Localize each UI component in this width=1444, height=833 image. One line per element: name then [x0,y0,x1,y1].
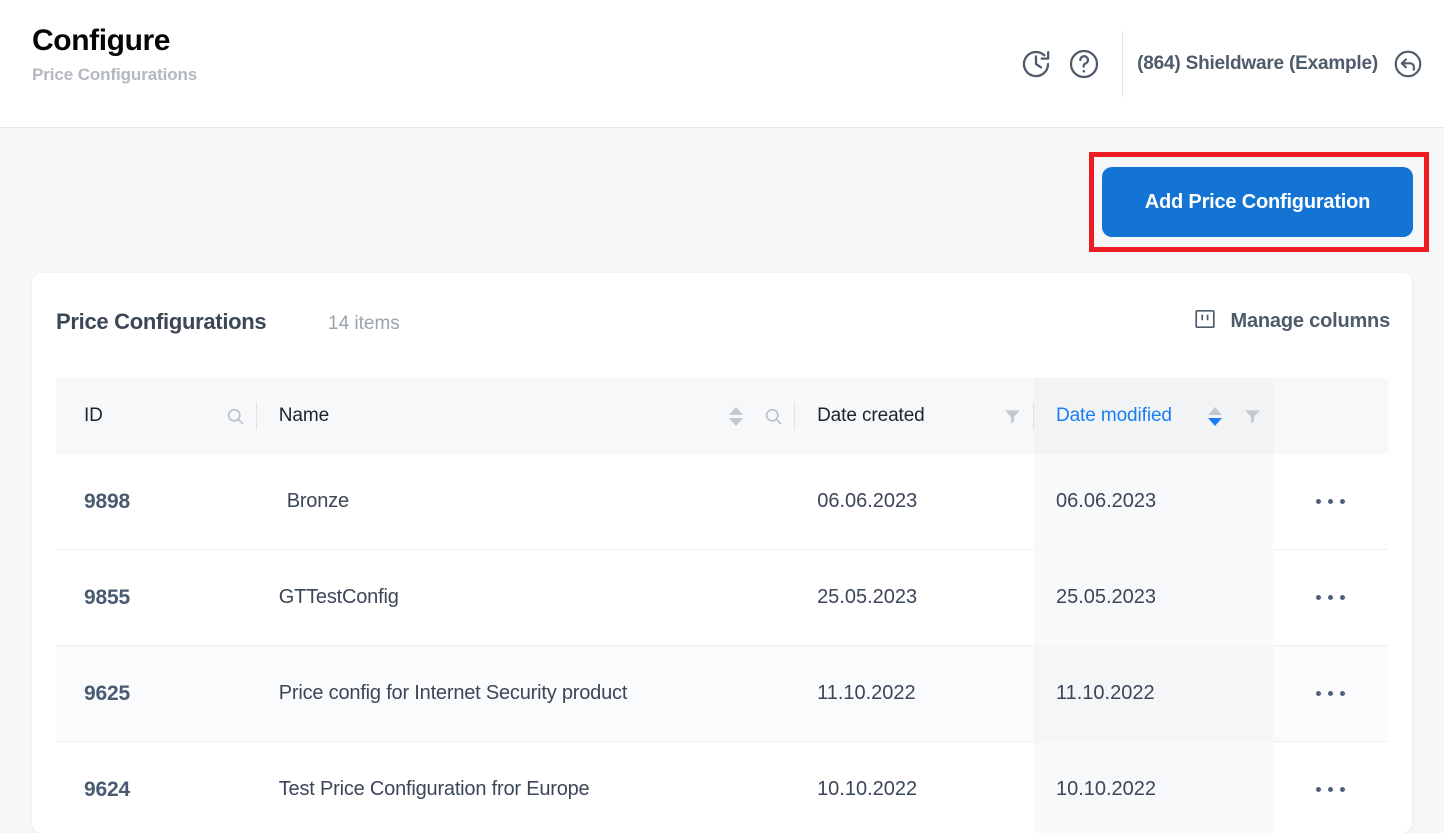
row-name: Bronze [257,454,796,550]
row-name: Price config for Internet Security produ… [257,646,795,742]
app-header: Configure Price Configurations (864) Shi… [0,0,1444,128]
column-header-id[interactable]: ID [56,378,257,454]
filter-funnel-icon[interactable] [992,406,1033,427]
manage-columns-label: Manage columns [1231,310,1390,333]
header-divider [1122,31,1123,97]
columns-icon [1193,307,1217,336]
company-name[interactable]: (864) Shieldware (Example) [1137,53,1378,75]
row-id-link[interactable]: 9898 [56,454,257,550]
row-name: GTTestConfig [257,550,795,646]
row-date-modified: 06.06.2023 [1034,454,1273,550]
ellipsis-menu-icon[interactable] [1273,454,1388,550]
row-date-created: 06.06.2023 [795,454,1034,550]
header-actions: (864) Shieldware (Example) [1012,0,1430,128]
column-header-actions [1273,378,1388,454]
help-question-icon[interactable] [1060,40,1108,88]
row-date-modified: 11.10.2022 [1034,646,1273,742]
ellipsis-menu-icon[interactable] [1273,742,1388,833]
ellipsis-menu-icon[interactable] [1273,646,1388,742]
add-price-configuration-button[interactable]: Add Price Configuration [1102,167,1413,237]
search-icon[interactable] [753,406,794,427]
row-date-modified: 25.05.2023 [1034,550,1273,646]
item-count: 14 items [328,313,400,335]
history-clock-icon[interactable] [1012,40,1060,88]
row-name: Test Price Configuration fror Europe [257,742,795,833]
table-row[interactable]: 9624 Test Price Configuration fror Europ… [56,742,1388,833]
search-icon[interactable] [215,406,256,427]
row-date-created: 11.10.2022 [795,646,1034,742]
sort-arrows-icon[interactable] [1198,407,1232,426]
column-label-date-created: Date created [817,405,925,427]
column-header-date-modified[interactable]: Date modified [1034,378,1273,454]
column-header-name[interactable]: Name [257,378,795,454]
row-date-created: 25.05.2023 [795,550,1034,646]
table-row[interactable]: 9898 Bronze 06.06.2023 06.06.2023 [56,454,1388,550]
table-row[interactable]: 9855 GTTestConfig 25.05.2023 25.05.2023 [56,550,1388,646]
page-title: Configure [32,22,197,60]
sort-arrows-icon[interactable] [719,407,753,426]
page-subtitle: Price Configurations [32,64,197,86]
back-arrow-icon[interactable] [1386,42,1430,86]
card-header: Price Configurations 14 items Manage col… [32,273,1412,378]
row-date-created: 10.10.2022 [795,742,1034,833]
column-label-date-modified: Date modified [1056,405,1172,427]
column-label-id: ID [84,405,103,427]
row-date-modified: 10.10.2022 [1034,742,1273,833]
price-configurations-table: ID Name [56,378,1388,833]
ellipsis-menu-icon[interactable] [1273,550,1388,646]
row-id-link[interactable]: 9624 [56,742,257,833]
table-header-row: ID Name [56,378,1388,454]
column-header-date-created[interactable]: Date created [795,378,1034,454]
price-configurations-card: Price Configurations 14 items Manage col… [32,273,1412,833]
manage-columns-button[interactable]: Manage columns [1193,307,1390,336]
table-body: 9898 Bronze 06.06.2023 06.06.2023 9855 G… [56,454,1388,833]
filter-funnel-icon[interactable] [1232,406,1273,427]
table-row[interactable]: 9625 Price config for Internet Security … [56,646,1388,742]
column-label-name: Name [279,405,329,427]
title-block: Configure Price Configurations [32,22,197,86]
card-title: Price Configurations [56,309,266,335]
row-id-link[interactable]: 9855 [56,550,257,646]
row-id-link[interactable]: 9625 [56,646,257,742]
